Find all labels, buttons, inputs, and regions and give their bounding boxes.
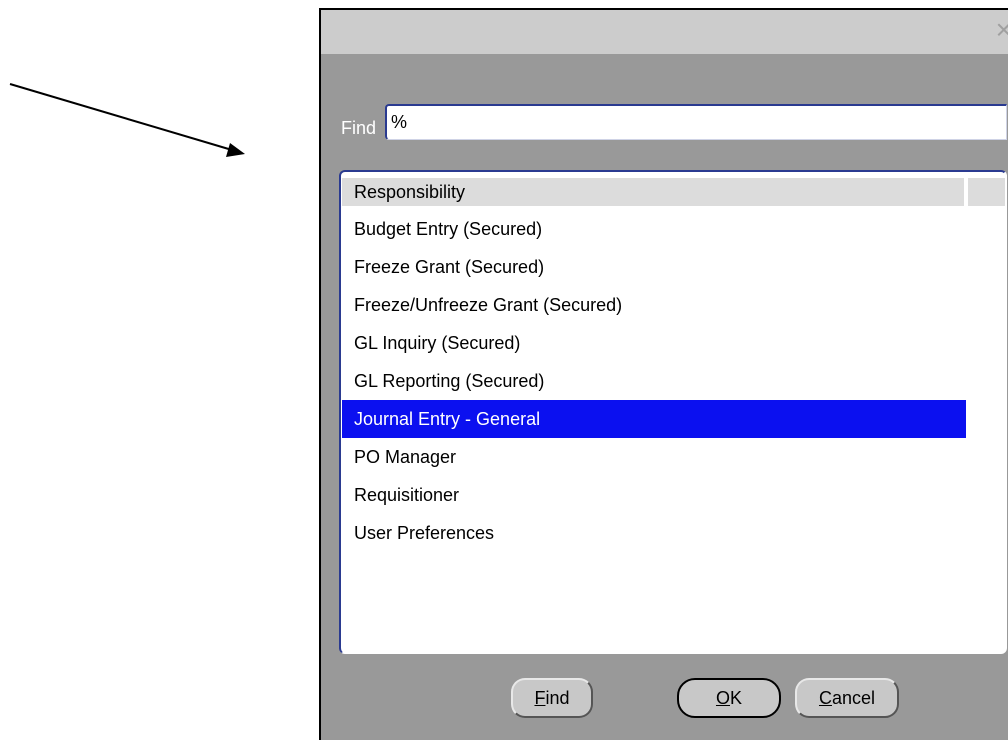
responsibilities-dialog: × Find Responsibility Budget Entry (Secu… — [319, 8, 1008, 740]
list-items: Budget Entry (Secured) Freeze Grant (Secu… — [342, 210, 966, 552]
list-item[interactable]: PO Manager — [342, 438, 966, 476]
list-item[interactable]: Journal Entry - General — [342, 400, 966, 438]
responsibility-list[interactable]: Responsibility Budget Entry (Secured) Fre… — [339, 170, 1007, 654]
find-label: Find — [341, 118, 377, 138]
list-item[interactable]: Requisitioner — [342, 476, 966, 514]
list-item[interactable]: GL Reporting (Secured) — [342, 362, 966, 400]
list-header-filler — [968, 178, 1005, 206]
ok-button-label: K — [730, 688, 743, 708]
list-item[interactable]: Budget Entry (Secured) — [342, 210, 966, 248]
list-item[interactable]: Freeze/Unfreeze Grant (Secured) — [342, 286, 966, 324]
cancel-button-label: ancel — [831, 688, 876, 708]
list-column-header-responsibility[interactable]: Responsibility — [342, 178, 966, 206]
screenshot-canvas: × Find Responsibility Budget Entry (Secu… — [0, 0, 1008, 740]
ok-button-mnemonic: O — [715, 688, 730, 708]
find-button-label: ind — [545, 688, 570, 708]
close-icon[interactable]: × — [996, 16, 1008, 44]
list-item[interactable]: GL Inquiry (Secured) — [342, 324, 966, 362]
list-item[interactable]: Freeze Grant (Secured) — [342, 248, 966, 286]
cancel-button-mnemonic: C — [818, 688, 832, 708]
find-button[interactable]: Find — [511, 678, 593, 718]
ok-button[interactable]: OK — [677, 678, 781, 718]
find-input[interactable] — [385, 104, 1007, 140]
dialog-title-bar: × — [321, 10, 1008, 54]
cancel-button[interactable]: Cancel — [795, 678, 899, 718]
list-item[interactable]: User Preferences — [342, 514, 966, 552]
find-button-mnemonic: F — [534, 688, 546, 708]
